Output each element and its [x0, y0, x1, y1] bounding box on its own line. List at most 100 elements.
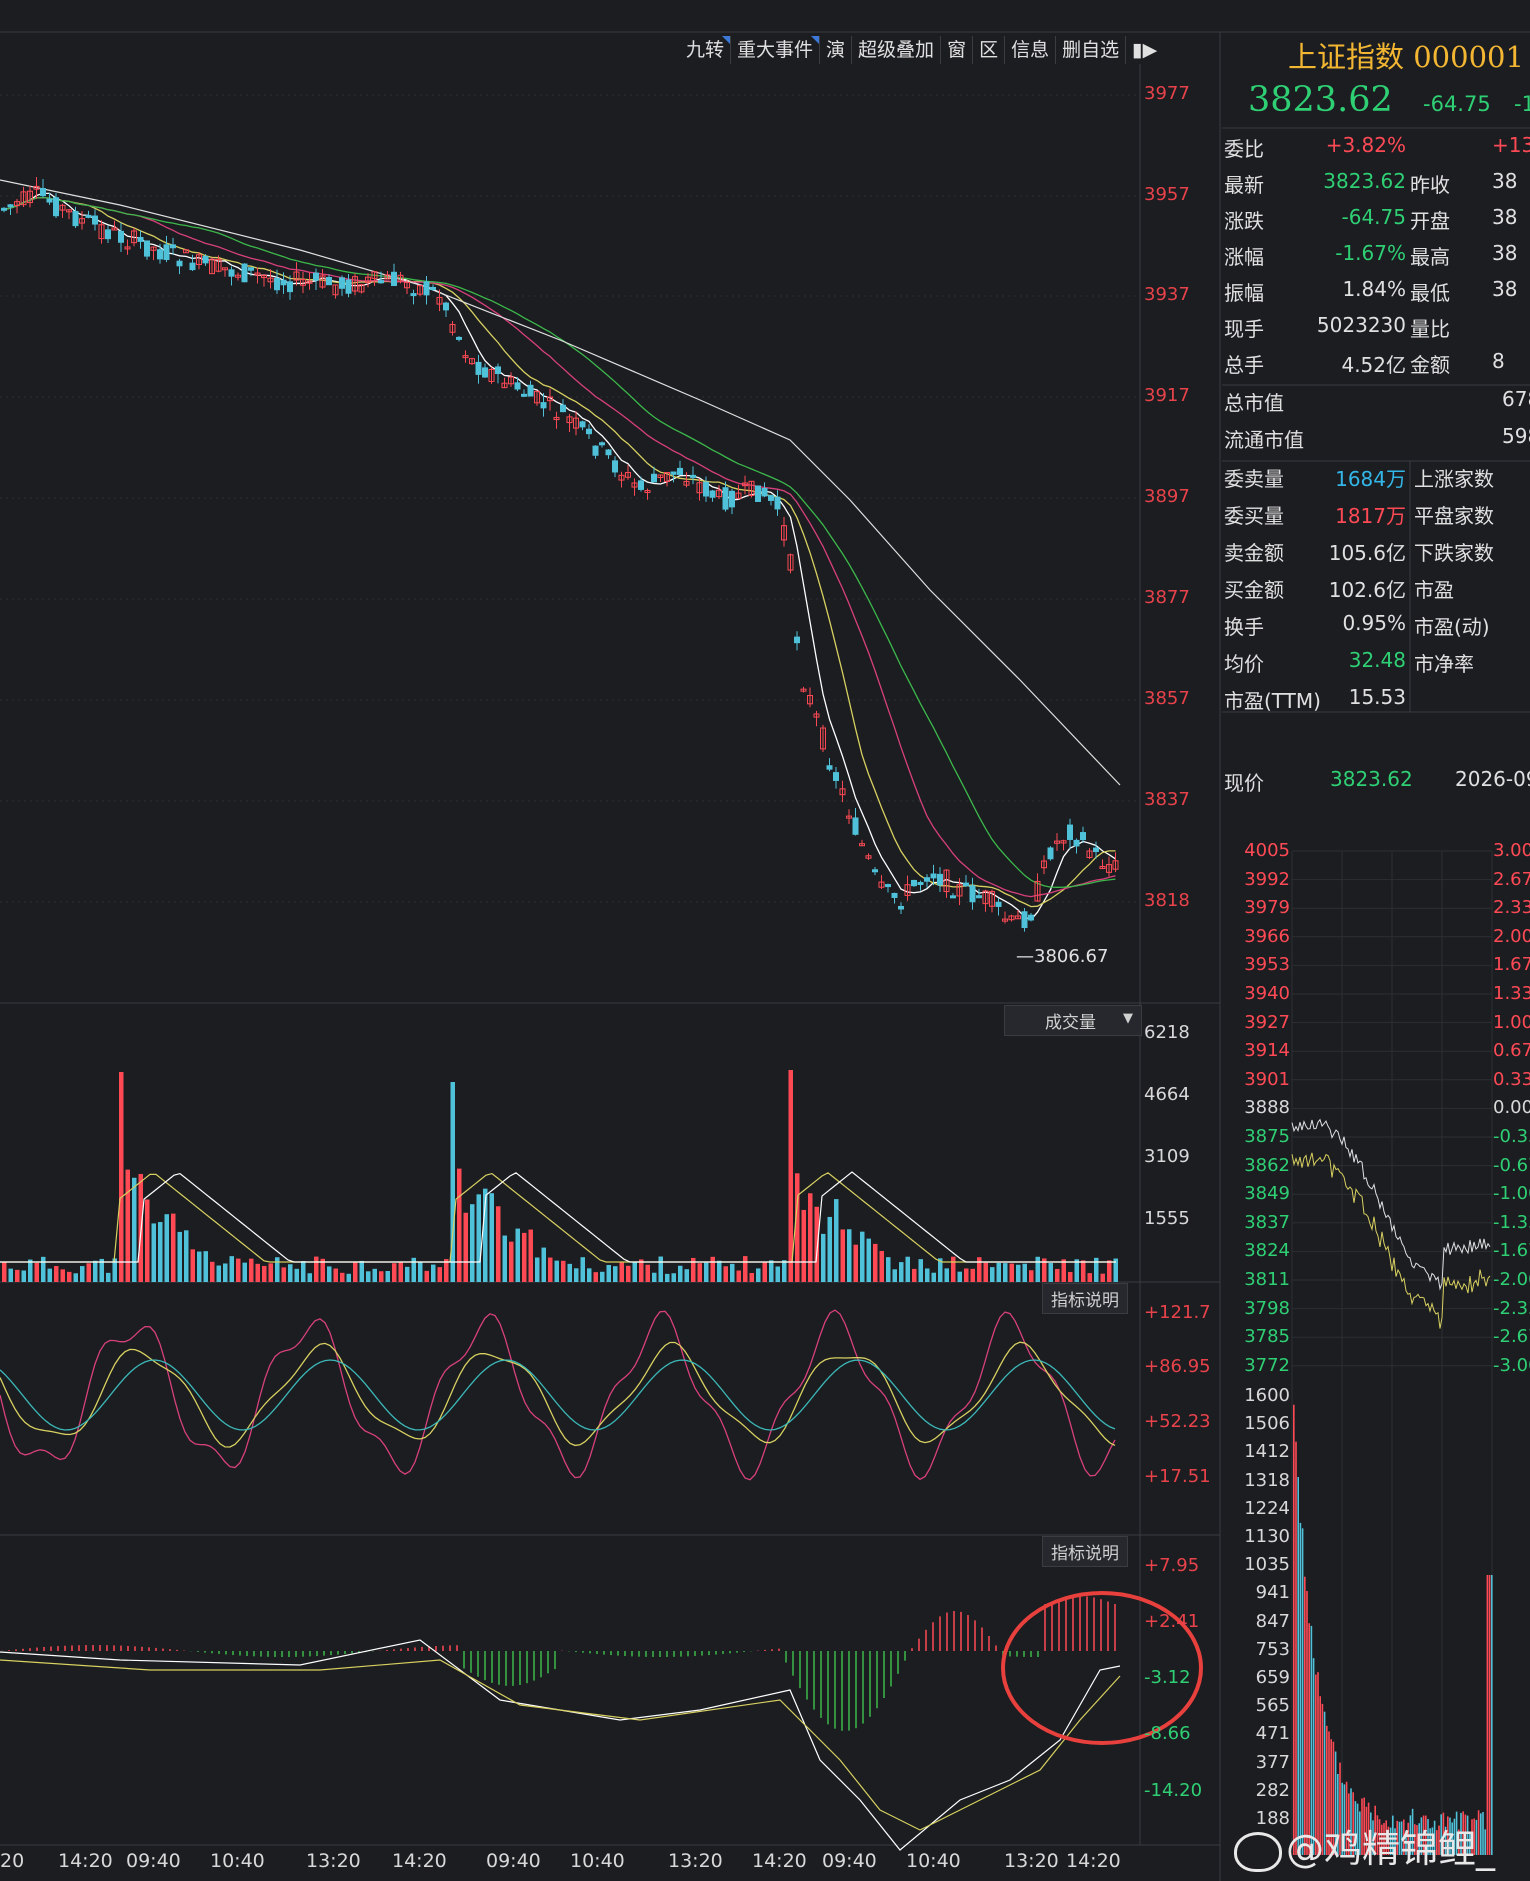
volume-bar: [1081, 1260, 1086, 1282]
indicator2-help[interactable]: 指标说明: [1042, 1536, 1128, 1567]
mini-price-tick: 3811: [1244, 1269, 1290, 1290]
volume-bar: [1055, 1268, 1060, 1282]
toolbar-jiuzhuan[interactable]: 九转: [680, 36, 732, 64]
mini-volume-bar: [1299, 1522, 1302, 1855]
quote-right-label: 金额: [1410, 353, 1450, 377]
volume-bar: [899, 1262, 904, 1282]
toolbar-remove-watchlist[interactable]: 删自选: [1056, 36, 1127, 64]
volume-bar: [73, 1273, 78, 1282]
candle: [599, 442, 605, 446]
volume-bar: [1022, 1263, 1027, 1282]
volume-bar: [918, 1259, 923, 1282]
volume-bar: [749, 1273, 754, 1282]
volume-bar: [944, 1268, 949, 1282]
indicator1-lines: [0, 1309, 1116, 1481]
volume-bar: [431, 1264, 436, 1282]
mini-volume-tick: 1412: [1244, 1441, 1290, 1463]
volume-bar: [964, 1268, 969, 1282]
mini-price-tick: 3888: [1244, 1097, 1290, 1119]
mini-volume-tick: 753: [1255, 1638, 1290, 1660]
indicator2-tick: -14.20: [1144, 1780, 1203, 1801]
volume-bar: [236, 1258, 241, 1282]
volume-bar: [184, 1230, 189, 1282]
volume-bar: [580, 1257, 585, 1282]
toolbar-info[interactable]: 信息: [1005, 36, 1057, 64]
indicator1-tick: +52.23: [1144, 1411, 1211, 1432]
toolbar-overlay[interactable]: 超级叠加: [852, 36, 942, 64]
volume-bar: [632, 1262, 637, 1282]
price-tick: 3977: [1144, 83, 1190, 104]
toolbar-range[interactable]: 区: [973, 36, 1006, 64]
candle: [1067, 824, 1073, 840]
volume-bar: [853, 1244, 858, 1282]
time-tick: 10:40: [210, 1850, 265, 1872]
indicator1-help[interactable]: 指标说明: [1042, 1283, 1128, 1314]
detail-label: 卖金额: [1224, 541, 1284, 565]
volume-bar: [593, 1272, 598, 1282]
volume-bar: [983, 1262, 988, 1282]
volume-bar: [106, 1272, 111, 1282]
quote-label: 总手: [1224, 353, 1264, 377]
price-tick: 3857: [1144, 688, 1190, 709]
volume-bar: [93, 1260, 98, 1282]
indicator2-tick: -3.12: [1144, 1667, 1191, 1688]
volume-tick: 1555: [1144, 1208, 1190, 1229]
candle: [833, 772, 839, 781]
mini-price-tick: 3785: [1244, 1326, 1290, 1348]
mini-price-tick: 4005: [1244, 840, 1290, 861]
indicator1-tick: +86.95: [1144, 1356, 1211, 1377]
volume-bar: [288, 1264, 293, 1282]
volume-bar: [912, 1268, 917, 1282]
quote-label: 涨幅: [1224, 245, 1264, 269]
volume-bar: [502, 1235, 507, 1282]
toolbar-major-events[interactable]: 重大事件: [731, 36, 821, 64]
collapse-right-icon[interactable]: ▮▶: [1126, 36, 1163, 64]
volume-bar: [652, 1272, 657, 1282]
macd-line: [0, 1659, 1121, 1831]
float-cap-label: 流通市值: [1224, 428, 1304, 452]
mini-volume-tick: 941: [1255, 1582, 1290, 1604]
market-cap-label: 总市值: [1224, 391, 1284, 415]
candle: [969, 885, 976, 903]
candle: [105, 229, 111, 240]
mini-volume-tick: 1506: [1244, 1413, 1290, 1435]
indicator2-tick: +2.41: [1144, 1611, 1200, 1632]
volume-bar: [762, 1262, 767, 1282]
current-price-value: 3823.62: [1330, 767, 1413, 791]
mini-volume-bar: [1306, 1591, 1308, 1855]
candle: [872, 869, 878, 873]
mini-price-tick: 3862: [1244, 1154, 1290, 1176]
quote-value: 3823.62: [1323, 169, 1406, 193]
volume-bar: [301, 1261, 306, 1282]
mini-price-tick: 3824: [1244, 1240, 1290, 1262]
volume-bar: [21, 1270, 26, 1282]
mini-volume-tick: 471: [1255, 1723, 1290, 1745]
quote-right-label: 最低: [1410, 281, 1450, 305]
toolbar-window[interactable]: 窗: [941, 36, 974, 64]
volume-bar: [476, 1194, 481, 1282]
volume-bar: [496, 1206, 501, 1282]
quote-label: 振幅: [1224, 281, 1264, 305]
detail-value: 32.48: [1348, 648, 1406, 672]
time-tick: 10:40: [906, 1850, 961, 1872]
volume-bar: [860, 1231, 865, 1282]
detail-label: 买金额: [1224, 578, 1284, 602]
float-cap-value: 598: [1502, 424, 1530, 448]
volume-bar: [60, 1269, 65, 1282]
candle: [92, 215, 98, 225]
toolbar-demo[interactable]: 演: [820, 36, 853, 64]
mini-pct-tick: -2.00: [1493, 1269, 1530, 1290]
quote-right-value: 38: [1492, 205, 1518, 229]
market-cap-value: 678: [1502, 387, 1530, 411]
candle: [53, 197, 59, 217]
price-tick: 3937: [1144, 284, 1190, 305]
volume-selector[interactable]: 成交量 ▼: [1004, 1005, 1142, 1036]
mini-volume-bar: [1486, 1575, 1489, 1855]
volume-bar: [249, 1258, 254, 1282]
mini-pct-tick: 0.33: [1493, 1068, 1530, 1090]
mini-volume-tick: 1130: [1244, 1526, 1290, 1547]
candle: [852, 817, 859, 835]
candle: [430, 286, 436, 290]
candle: [937, 873, 943, 886]
candle: [605, 449, 612, 456]
